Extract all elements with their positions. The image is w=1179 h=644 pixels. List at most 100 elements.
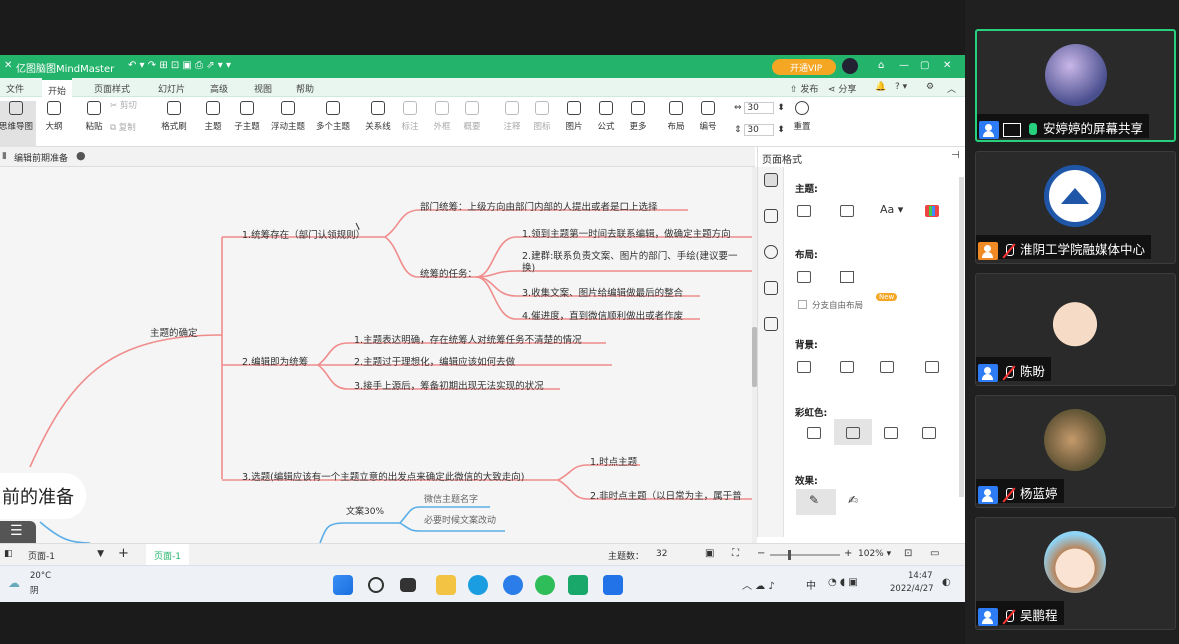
canvas-scroll-thumb[interactable] [752, 327, 757, 387]
canvas-vscrollbar[interactable] [752, 167, 757, 543]
cut-button[interactable]: ✂ 剪切 [110, 99, 154, 111]
mindmap-canvas[interactable]: 主题的确定 1.统筹存在（部门认领规则） 2.编辑即为统筹 3.选题(编辑应该有… [0, 167, 752, 543]
add-page-icon[interactable]: + [118, 546, 129, 561]
tray-icons[interactable]: ︿ ☁ ♪ [742, 577, 775, 592]
share-button[interactable]: ⋖ 分享 [828, 82, 856, 95]
effect-hand-drawn-icon[interactable]: ✎ [796, 489, 836, 515]
maximize-icon[interactable]: ▢ [920, 60, 929, 71]
sub-tasks[interactable]: 统筹的任务： [420, 266, 477, 280]
free-layout-checkbox[interactable] [798, 300, 807, 309]
topic-3[interactable]: 3.选题(编辑应该有一个主题立意的出发点来确定此微信的大致走向) [242, 469, 524, 483]
system-tray-icons[interactable]: ◔ ◖ ▣ [828, 577, 858, 588]
zoom-slider-thumb[interactable] [788, 550, 791, 560]
close-icon[interactable]: ✕ [943, 60, 951, 71]
lower-item-2[interactable]: 必要时候文案改动 [424, 513, 496, 526]
spacing-v-value[interactable]: 30 [744, 124, 775, 136]
layout-style-icon[interactable] [797, 271, 811, 283]
task-4[interactable]: 4.催进度，直到微信顺利做出或者作废 [522, 308, 683, 322]
help-icon[interactable]: ? ▾ [895, 82, 907, 92]
panel-scrollbar[interactable] [959, 177, 964, 497]
meeting-app-icon[interactable] [503, 575, 523, 595]
outline-view-button[interactable]: 大纲 [36, 101, 72, 132]
theme-color-icon[interactable] [840, 205, 854, 217]
page-list-icon[interactable]: ◧ [4, 549, 13, 559]
rainbow-option-1-icon[interactable] [807, 427, 821, 439]
menu-file[interactable]: 文件 [6, 82, 24, 95]
menu-start[interactable]: 开始 [42, 78, 73, 97]
sub3-item-2[interactable]: 2.非时点主题（以日常为主，属于普 [590, 488, 742, 502]
menu-view[interactable]: 视图 [254, 82, 272, 95]
weather-icon[interactable]: ☁ [8, 576, 20, 590]
participant-card[interactable]: 杨蓝婷 [975, 395, 1176, 508]
main-branch-label[interactable]: 主题的确定 [150, 325, 198, 339]
participant-card[interactable]: 安婷婷的屏幕共享 [975, 29, 1176, 142]
theme-style-icon[interactable] [797, 205, 811, 217]
spacing-h-control[interactable]: ⇔ 30 ⬍ [734, 102, 785, 114]
sub2-item-1[interactable]: 1.主题表达明确，存在统筹人对统筹任务不清楚的情况 [354, 332, 582, 346]
page-tab[interactable]: 页面-1 [146, 544, 189, 566]
floating-topic-button[interactable]: 浮动主题 [266, 101, 310, 132]
tencent-meeting-icon[interactable] [603, 575, 623, 595]
spacing-h-value[interactable]: 30 [744, 102, 775, 114]
font-icon[interactable]: Aa ▾ [880, 203, 903, 216]
user-avatar[interactable] [842, 58, 858, 74]
pin-icon[interactable]: ⊣ [951, 150, 960, 161]
menu-help[interactable]: 帮助 [296, 82, 314, 95]
rainbow-option-3-icon[interactable] [884, 427, 898, 439]
unsaved-dot-icon[interactable]: ● [76, 149, 86, 162]
topic-2[interactable]: 2.编辑即为统筹 [242, 354, 308, 368]
participant-card[interactable]: 淮阴工学院融媒体中心 [975, 151, 1176, 264]
sub2-item-2[interactable]: 2.主题过于理想化，编辑应该如何去做 [354, 354, 515, 368]
format-brush-button[interactable]: 格式刷 [154, 101, 194, 132]
mindmap-view-button[interactable]: 思维导图 [0, 101, 36, 147]
notification-icon[interactable]: ◐ [942, 577, 951, 588]
task-3[interactable]: 3.收集文案、图片给编辑做最后的整合 [522, 285, 683, 299]
lower-branch-label[interactable]: 文案30% [346, 504, 384, 517]
collapse-ribbon-icon[interactable]: ︿ [947, 82, 956, 95]
menu-page-style[interactable]: 页面样式 [94, 82, 130, 95]
ime-indicator[interactable]: 中 [806, 577, 816, 592]
slide-tab-icon[interactable] [764, 317, 778, 331]
search-icon[interactable] [368, 577, 384, 593]
task-1[interactable]: 1.领到主题第一时间去联系编辑，做确定主题方向 [522, 226, 731, 240]
zoom-level[interactable]: 102% ▾ [858, 549, 891, 559]
publish-button[interactable]: ⇧ 发布 [790, 82, 818, 95]
topic-button[interactable]: 主题 [194, 101, 232, 132]
sub-dept[interactable]: 部门统筹：上级方向由部门内部的人提出或者是口上选择 [420, 199, 658, 213]
watermark-icon[interactable] [925, 361, 939, 373]
sub3-item-1[interactable]: 1.时点主题 [590, 454, 637, 468]
wechat-icon[interactable] [535, 575, 555, 595]
settings-icon[interactable]: ⚙ [926, 82, 934, 92]
numbering-button[interactable]: 编号 [688, 101, 728, 132]
more-button[interactable]: 更多 [618, 101, 658, 132]
color-scheme-icon[interactable] [925, 205, 939, 217]
topic-1[interactable]: 1.统筹存在（部门认领规则） [242, 227, 365, 241]
menu-slides[interactable]: 幻灯片 [158, 82, 185, 95]
bell-icon[interactable]: 🔔 [875, 82, 886, 92]
root-topic[interactable]: 前的准备 [0, 473, 86, 519]
minimize-tray-icon[interactable]: ⌂ [878, 60, 884, 71]
edge-icon[interactable] [468, 575, 488, 595]
zoom-in-icon[interactable]: + [844, 548, 852, 559]
task-view-icon[interactable] [400, 578, 416, 592]
multiple-topics-button[interactable]: 多个主题 [310, 101, 356, 132]
rainbow-option-2-icon[interactable] [846, 427, 860, 439]
summary-button[interactable]: 概要 [452, 101, 492, 132]
reset-button[interactable]: 重置 [784, 101, 820, 132]
fit-page-icon[interactable]: ▣ [705, 548, 714, 559]
collapse-panel-icon[interactable]: ▭ [930, 548, 939, 559]
mindmaster-taskbar-icon[interactable] [568, 575, 588, 595]
list-toggle-icon[interactable]: ☰ [0, 521, 36, 543]
spacing-v-control[interactable]: ⇕ 30 ⬍ [734, 124, 785, 136]
bg-fill-icon[interactable] [797, 361, 811, 373]
vip-button[interactable]: 开通VIP [772, 59, 836, 75]
participant-card[interactable]: 陈盼 [975, 273, 1176, 386]
start-icon[interactable] [333, 575, 353, 595]
effect-sketch-icon[interactable]: ✍ [848, 493, 858, 507]
zoom-slider[interactable] [770, 550, 840, 560]
clipart-tab-icon[interactable] [764, 209, 778, 223]
fullscreen-icon[interactable]: ⛶ [732, 548, 739, 559]
rainbow-option-4-icon[interactable] [922, 427, 936, 439]
copy-button[interactable]: ⧉ 复制 [110, 121, 154, 133]
lower-item-1[interactable]: 微信主题名字 [424, 492, 478, 505]
